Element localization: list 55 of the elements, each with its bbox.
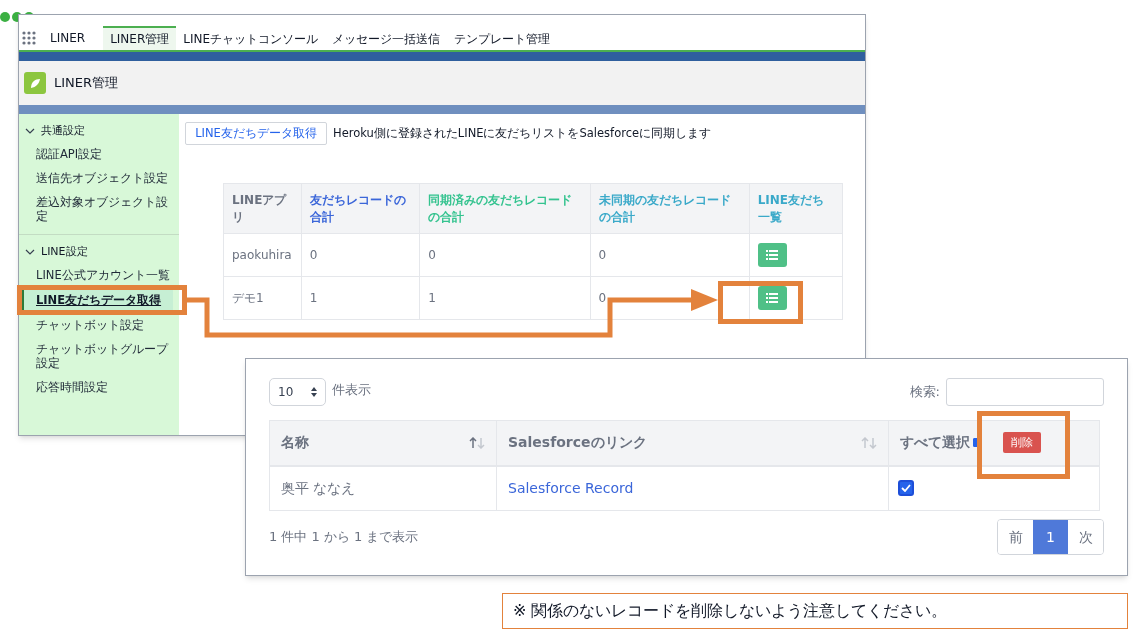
column-header[interactable]: Salesforceのリンク — [496, 420, 889, 466]
column-header: 友だちレコードの合計 — [301, 183, 420, 234]
sidebar-item[interactable]: チャットボットグループ設定 — [22, 342, 173, 370]
nav-tab[interactable]: メッセージ一括送信 — [325, 26, 448, 50]
table-cell: 0 — [419, 233, 591, 277]
search-field[interactable] — [946, 378, 1104, 406]
table-cell: 0 — [590, 233, 750, 277]
caution-note: ※ 関係のないレコードを削除しないよう注意してください。 — [513, 600, 948, 622]
chevron-icon[interactable] — [25, 127, 35, 135]
sidebar-item[interactable]: 認証API設定 — [22, 147, 173, 161]
select-all-label: すべて選択 — [900, 433, 970, 453]
nav-tab[interactable]: LINER管理 — [103, 26, 177, 50]
list-icon — [766, 293, 779, 303]
sidebar-item[interactable]: 送信先オブジェクト設定 — [22, 171, 173, 185]
row-checkbox[interactable] — [898, 480, 914, 497]
leaf-icon — [24, 72, 46, 94]
pagination-button[interactable]: 1 — [1033, 520, 1068, 554]
record-link[interactable]: Salesforce Record — [508, 479, 634, 496]
table-cell: 1 — [419, 276, 591, 320]
nav-tab[interactable]: LINEチャットコンソール — [176, 26, 326, 50]
app-launcher-icon[interactable] — [22, 31, 36, 45]
table-cell: paokuhira — [223, 233, 302, 277]
page-title: LINER管理 — [54, 74, 119, 93]
chevron-icon[interactable] — [25, 248, 35, 256]
column-header: LINE友だち一覧 — [749, 183, 843, 234]
column-header: 未同期の友だちレコードの合計 — [590, 183, 750, 234]
delete-button[interactable]: 削除 — [1003, 432, 1041, 454]
table-cell: 0 — [301, 233, 420, 277]
sidebar-section-title[interactable]: LINE設定 — [41, 243, 88, 261]
table-cell: デモ1 — [223, 276, 302, 320]
table-cell: 奥平 ななえ — [269, 465, 497, 511]
column-label: 名称 — [281, 433, 309, 453]
column-label: Salesforceのリンク — [508, 433, 647, 453]
page-size-select[interactable]: 10 — [269, 378, 326, 406]
sidebar-item[interactable]: LINE公式アカウント一覧 — [22, 268, 173, 282]
sort-icon[interactable] — [469, 436, 485, 449]
app-name: LINER — [50, 30, 86, 47]
list-icon — [766, 250, 779, 260]
table-info: 1 件中 1 から 1 まで表示 — [269, 528, 419, 547]
column-header: 同期済みの友だちレコードの合計 — [419, 183, 591, 234]
column-header[interactable]: 名称 — [269, 420, 497, 466]
table-cell: 1 — [301, 276, 420, 320]
sidebar-item[interactable]: チャットボット設定 — [22, 318, 173, 332]
updown-icon — [311, 387, 317, 397]
sidebar-item[interactable]: 差込対象オブジェクト設定 — [22, 195, 173, 223]
sidebar-section-title[interactable]: 共通設定 — [41, 122, 85, 140]
sidebar-item[interactable]: 応答時間設定 — [22, 380, 173, 394]
page-size-label: 件表示 — [332, 381, 371, 400]
sidebar-item[interactable]: LINE友だちデータ取得 — [22, 290, 173, 310]
check-icon — [901, 484, 911, 493]
search-label: 検索: — [909, 383, 940, 402]
sync-button[interactable]: LINE友だちデータ取得 — [185, 122, 327, 145]
sync-description: Heroku側に登録されたLINEに友だちリストをSalesforceに同期します — [333, 124, 712, 142]
nav-tab[interactable]: テンプレート管理 — [447, 26, 558, 50]
column-header: LINEアプリ — [223, 183, 302, 234]
